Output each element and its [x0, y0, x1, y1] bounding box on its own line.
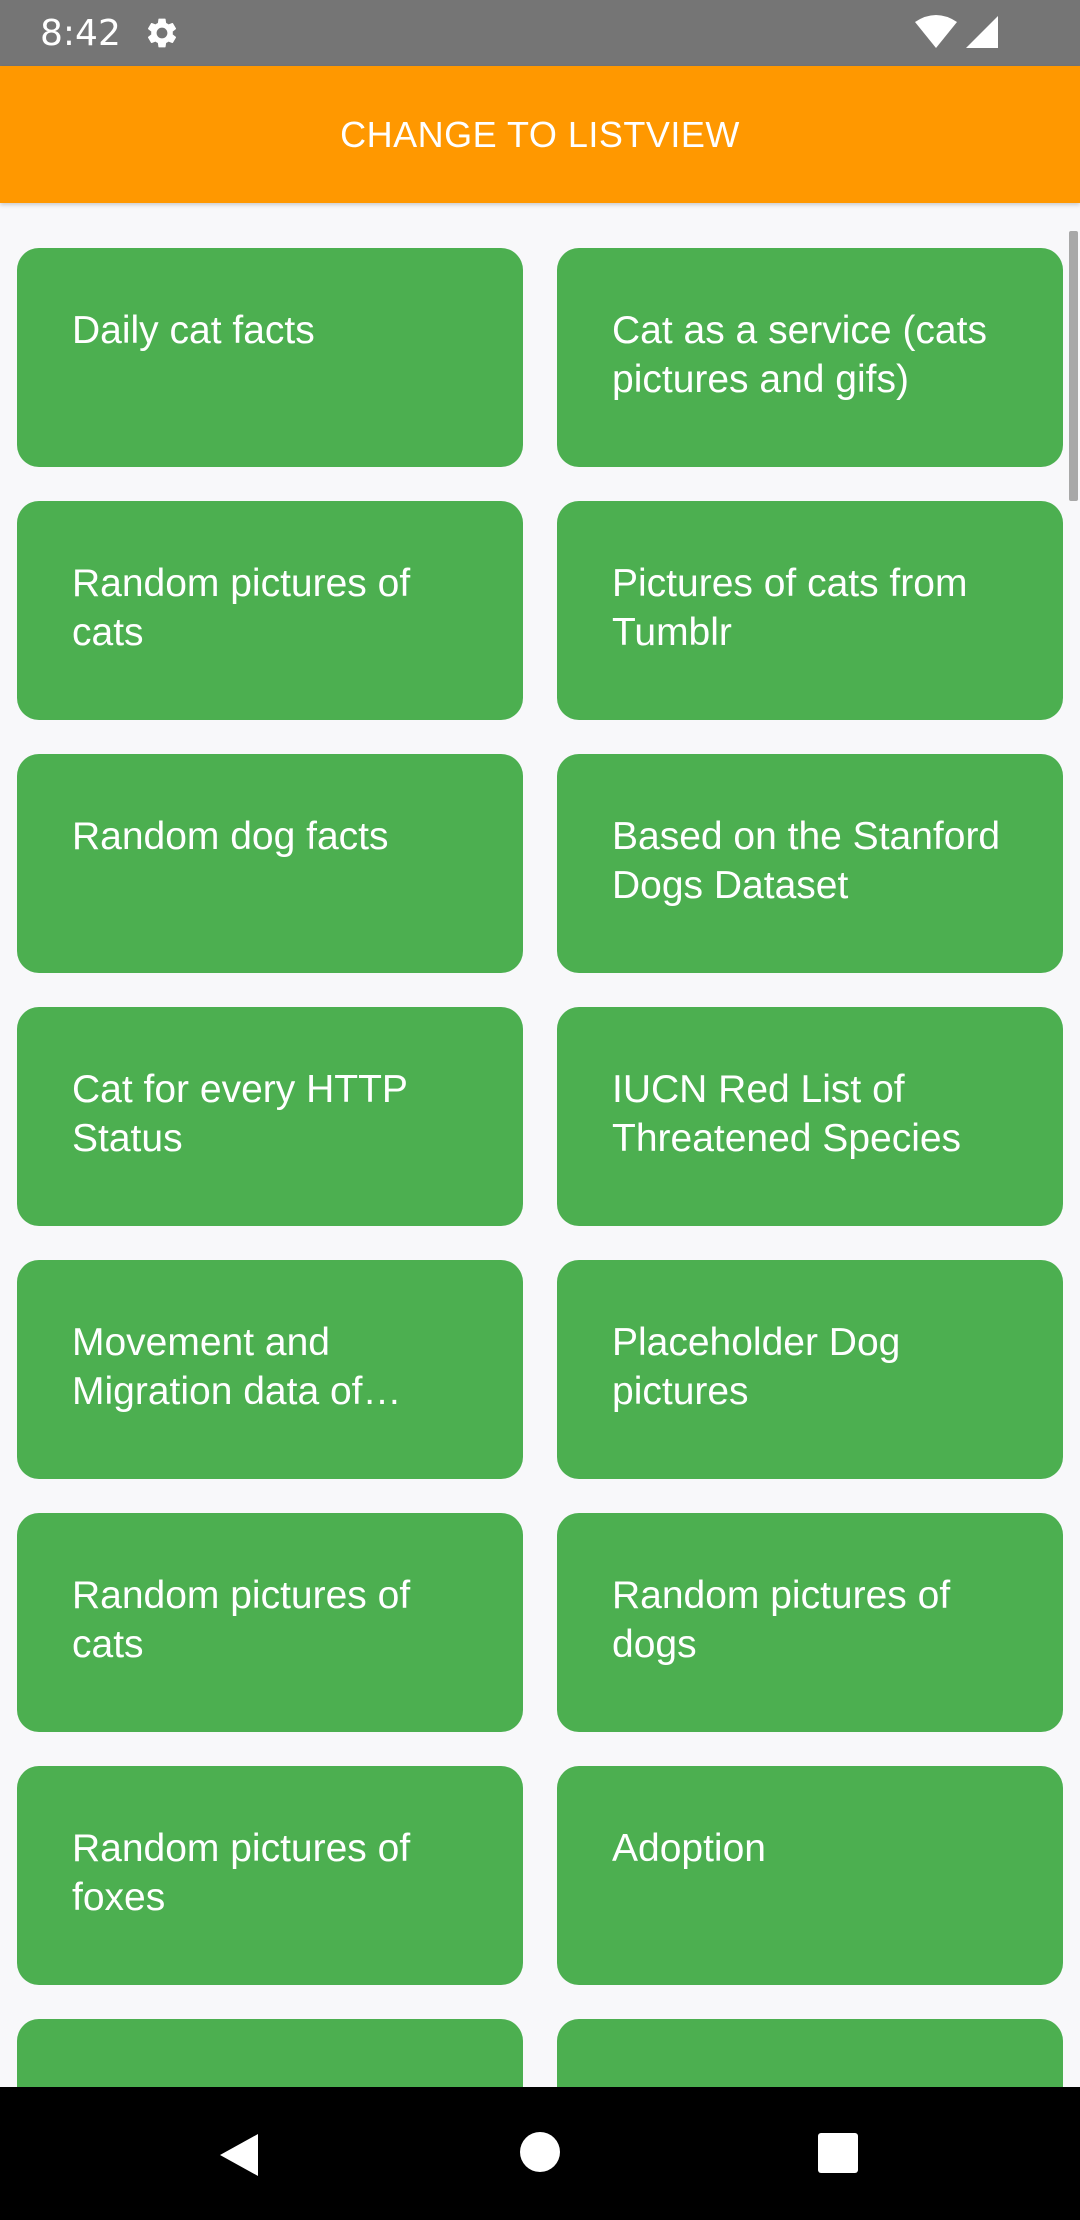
grid-card[interactable]: Pictures of cats from Tumblr	[557, 501, 1063, 720]
change-to-listview-button[interactable]: CHANGE TO LISTVIEW	[0, 66, 1080, 203]
gear-icon	[147, 18, 177, 48]
grid-card[interactable]: Movement and Migration data of animals	[17, 1260, 523, 1479]
card-label: Movement and Migration data of animals	[72, 1321, 363, 1413]
status-time: 8:42	[40, 12, 121, 54]
grid-card[interactable]: Random pictures of cats	[17, 1513, 523, 1732]
home-icon[interactable]	[519, 2131, 561, 2173]
grid-card[interactable]: Cat as a service (cats pictures and gifs…	[557, 248, 1063, 467]
card-label: Adoption	[612, 1827, 766, 1870]
card-label: Placeholder Dog pictures	[612, 1321, 901, 1413]
grid-card[interactable]	[557, 2019, 1063, 2087]
card-label: Random dog facts	[72, 815, 389, 858]
card-label: IUCN Red List of Threatened Species	[612, 1068, 962, 1160]
card-label: Random pictures of dogs	[612, 1574, 951, 1666]
card-label: Cat as a service (cats pictures and gifs…	[612, 309, 987, 401]
grid-card[interactable]: IUCN Red List of Threatened Species	[557, 1007, 1063, 1226]
grid-card[interactable]: Random pictures of cats	[17, 501, 523, 720]
wifi-icon	[915, 15, 957, 48]
grid-card[interactable]: Random dog facts	[17, 754, 523, 973]
grid-card[interactable]: Random pictures of dogs	[557, 1513, 1063, 1732]
card-label: Daily cat facts	[72, 309, 315, 352]
grid-card[interactable]: Cat for every HTTP Status	[17, 1007, 523, 1226]
navigation-bar	[0, 2087, 1080, 2220]
card-label: Random pictures of cats	[72, 562, 411, 654]
card-label: Random pictures of foxes	[72, 1827, 411, 1919]
scrollbar[interactable]	[1069, 231, 1078, 501]
grid-card[interactable]: Placeholder Dog pictures	[557, 1260, 1063, 1479]
grid-card[interactable]: Daily cat facts	[17, 248, 523, 467]
status-bar: 8:42	[0, 0, 1080, 66]
card-label: Pictures of cats from Tumblr	[612, 562, 968, 654]
grid-card[interactable]	[17, 2019, 523, 2087]
recents-icon[interactable]	[817, 2132, 859, 2174]
grid-card[interactable]: Adoption	[557, 1766, 1063, 1985]
card-label: Cat for every HTTP Status	[72, 1068, 408, 1160]
card-label: Random pictures of cats	[72, 1574, 411, 1666]
back-icon[interactable]	[218, 2132, 260, 2178]
card-label: Based on the Stanford Dogs Dataset	[612, 815, 1001, 907]
grid-card[interactable]: Based on the Stanford Dogs Dataset	[557, 754, 1063, 973]
signal-icon	[966, 16, 998, 48]
grid-card[interactable]: Random pictures of foxes	[17, 1766, 523, 1985]
card-grid[interactable]: Daily cat facts Cat as a service (cats p…	[0, 203, 1080, 2087]
